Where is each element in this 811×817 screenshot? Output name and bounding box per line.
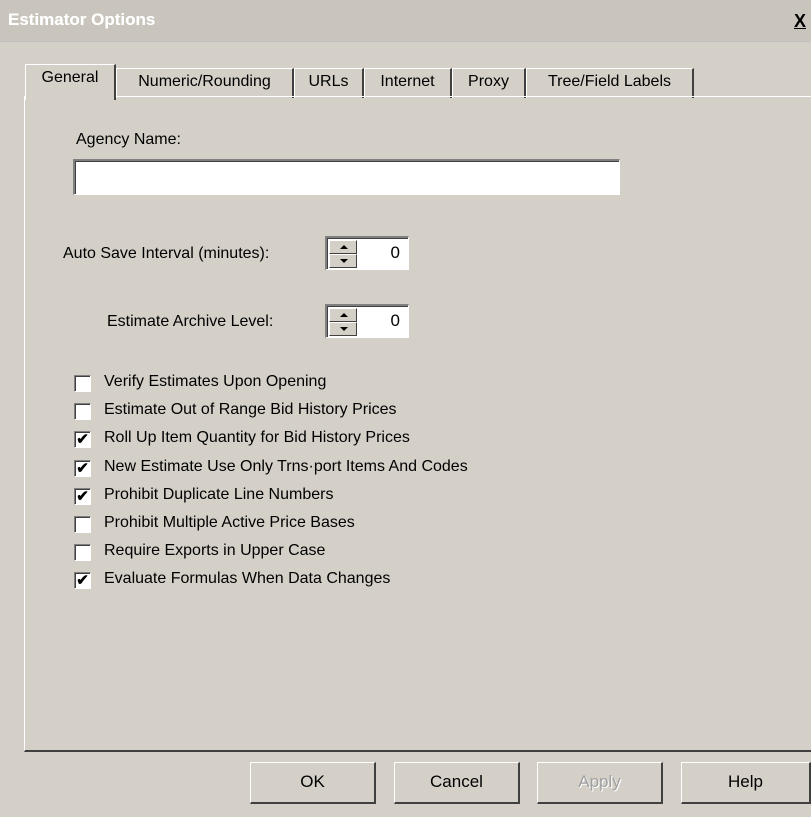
tab-internet[interactable]: Internet — [364, 68, 452, 98]
archive-level-spin-buttons — [329, 308, 357, 336]
arrow-down-icon — [340, 259, 348, 263]
checkbox-label: Roll Up Item Quantity for Bid History Pr… — [104, 429, 410, 446]
checkbox-box[interactable]: ✔ — [74, 431, 91, 448]
checkbox-label: Prohibit Duplicate Line Numbers — [104, 486, 334, 503]
archive-level-decrement-button[interactable] — [329, 322, 357, 336]
auto-save-increment-button[interactable] — [329, 240, 357, 254]
agency-name-label: Agency Name: — [76, 131, 181, 148]
auto-save-interval-spinner[interactable]: 0 — [325, 236, 409, 270]
ok-button[interactable]: OK — [250, 762, 376, 804]
checkbox-box[interactable]: ✔ — [74, 460, 91, 477]
close-button[interactable]: X — [789, 11, 811, 33]
checkbox-box[interactable] — [74, 375, 91, 392]
arrow-up-icon — [340, 245, 348, 249]
checkbox-box[interactable]: ✔ — [74, 572, 91, 589]
tab-urls[interactable]: URLs — [294, 68, 364, 98]
cancel-button[interactable]: Cancel — [394, 762, 520, 804]
checkbox-label: Prohibit Multiple Active Price Bases — [104, 514, 355, 531]
tab-tree-field-labels[interactable]: Tree/Field Labels — [526, 68, 694, 98]
checkbox-label: Require Exports in Upper Case — [104, 542, 326, 559]
auto-save-interval-label: Auto Save Interval (minutes): — [63, 245, 270, 262]
tab-numeric-rounding[interactable]: Numeric/Rounding — [116, 68, 294, 98]
checkbox-box[interactable] — [74, 544, 91, 561]
tab-general[interactable]: General — [25, 64, 116, 100]
checkbox-label: Estimate Out of Range Bid History Prices — [104, 401, 397, 418]
checkbox-label: New Estimate Use Only Trns·port Items An… — [104, 458, 468, 475]
archive-level-label: Estimate Archive Level: — [107, 313, 274, 330]
title-bar: Estimator Options X — [0, 0, 811, 42]
checkbox-box[interactable]: ✔ — [74, 488, 91, 505]
window-title: Estimator Options — [8, 10, 156, 29]
checkbox-label: Evaluate Formulas When Data Changes — [104, 570, 391, 587]
auto-save-spin-buttons — [329, 240, 357, 268]
arrow-up-icon — [340, 313, 348, 317]
checkbox-label: Verify Estimates Upon Opening — [104, 373, 327, 390]
tab-proxy[interactable]: Proxy — [452, 68, 526, 98]
arrow-down-icon — [340, 327, 348, 331]
checkbox-box[interactable] — [74, 403, 91, 420]
archive-level-increment-button[interactable] — [329, 308, 357, 322]
agency-name-input[interactable] — [73, 159, 620, 195]
auto-save-interval-value[interactable]: 0 — [391, 243, 400, 263]
apply-button: Apply — [537, 762, 663, 804]
archive-level-spinner[interactable]: 0 — [325, 304, 409, 338]
help-button[interactable]: Help — [681, 762, 811, 804]
archive-level-value[interactable]: 0 — [391, 311, 400, 331]
checkbox-box[interactable] — [74, 516, 91, 533]
auto-save-decrement-button[interactable] — [329, 254, 357, 268]
